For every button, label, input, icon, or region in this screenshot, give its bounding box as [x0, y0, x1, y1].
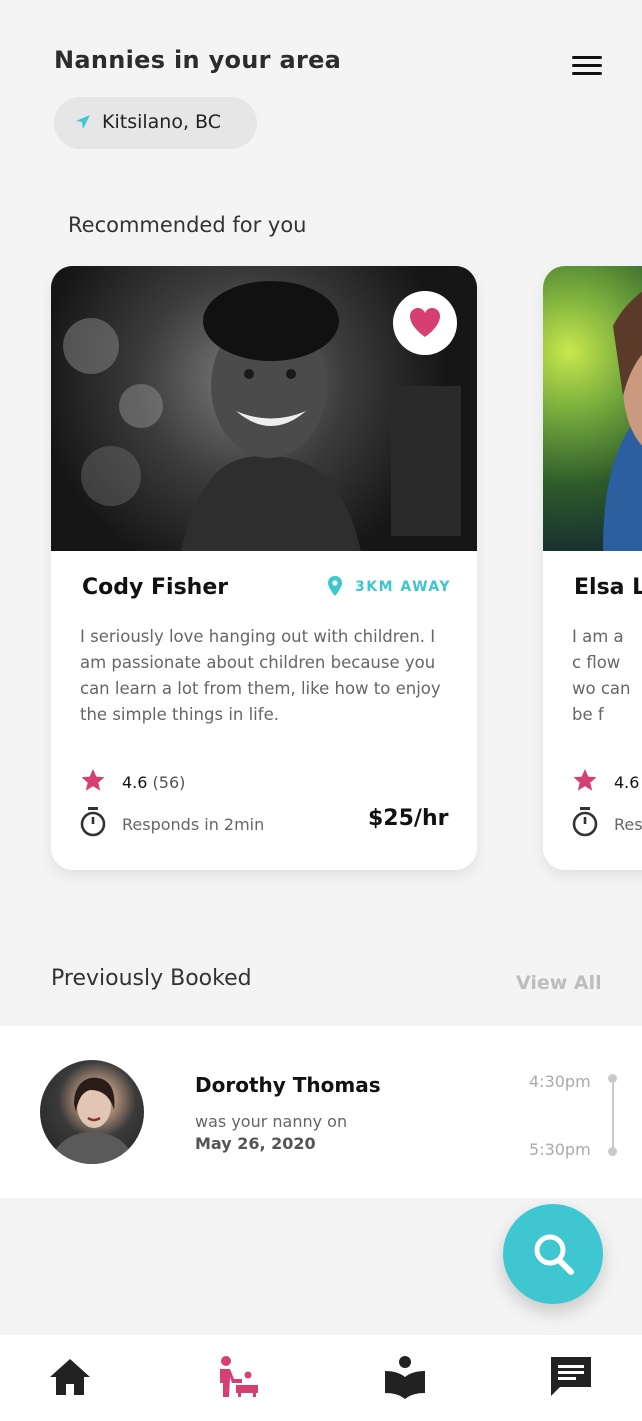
nav-messages[interactable] — [546, 1353, 596, 1401]
bottom-nav — [0, 1335, 642, 1421]
location-arrow-icon — [76, 115, 90, 129]
timeline-dot — [608, 1074, 617, 1083]
distance-label: 3KM AWAY — [355, 579, 452, 595]
end-time: 5:30pm — [529, 1140, 591, 1159]
menu-icon-bar — [572, 72, 602, 75]
location-chip[interactable]: Kitsilano, BC — [54, 97, 257, 149]
timeline-line — [612, 1078, 614, 1152]
rating-value: 4.6 — [122, 773, 148, 792]
learn-icon — [385, 1356, 425, 1399]
nanny-bio: I seriously love hanging out with childr… — [80, 627, 441, 724]
nav-learn[interactable] — [380, 1353, 430, 1401]
previously-booked-heading: Previously Booked — [51, 966, 252, 991]
booked-subtitle: was your nanny on — [195, 1112, 348, 1131]
review-count: (56) — [152, 773, 186, 792]
star-icon — [573, 769, 597, 791]
booking-list-item[interactable]: Dorothy Thomas was your nanny on May 26,… — [0, 1026, 642, 1198]
avatar — [40, 1060, 144, 1164]
search-button[interactable] — [503, 1204, 603, 1304]
search-icon — [534, 1234, 574, 1275]
avatar-image — [50, 1077, 135, 1164]
messages-icon — [551, 1357, 591, 1396]
start-time: 4:30pm — [529, 1072, 591, 1091]
heart-icon — [410, 308, 440, 337]
page-title: Nannies in your area — [54, 46, 342, 74]
nanny-bio: I am a c flow wo can be f — [572, 624, 642, 728]
nanny-photo-image — [603, 291, 642, 551]
home-icon — [50, 1359, 90, 1395]
location-label: Kitsilano, BC — [102, 111, 222, 133]
view-all-link[interactable]: View All — [516, 972, 602, 994]
rating: 4.6 (56) — [122, 773, 185, 792]
stopwatch-icon — [572, 807, 598, 837]
favorite-button[interactable] — [393, 291, 457, 355]
nanny-icon — [220, 1356, 258, 1397]
nanny-name: Cody Fisher — [82, 575, 229, 600]
response-time: Res — [614, 815, 642, 834]
menu-icon-bar — [572, 56, 602, 59]
booked-date: May 26, 2020 — [195, 1134, 316, 1153]
nanny-photo — [543, 266, 642, 551]
location-pin-icon — [328, 576, 342, 596]
menu-button[interactable] — [570, 52, 604, 78]
star-icon — [81, 769, 105, 791]
nanny-card[interactable]: Cody Fisher 3KM AWAY I seriously love ha… — [51, 266, 477, 870]
nanny-bio-text: I am a c flow wo can be f — [572, 627, 631, 724]
recommended-heading: Recommended for you — [68, 213, 307, 237]
rating-value: 4.6 — [614, 773, 640, 792]
stopwatch-icon — [80, 807, 106, 837]
response-time: Responds in 2min — [122, 815, 265, 834]
nav-home[interactable] — [45, 1353, 95, 1401]
menu-icon-bar — [572, 64, 602, 67]
booked-nanny-name: Dorothy Thomas — [195, 1073, 381, 1097]
hourly-rate: $25/hr — [368, 806, 449, 831]
nav-nannies[interactable] — [212, 1353, 262, 1401]
timeline-dot — [608, 1147, 617, 1156]
nanny-card[interactable]: Elsa L I am a c flow wo can be f 4.6 Res — [543, 266, 642, 870]
nanny-name: Elsa L — [574, 575, 642, 600]
